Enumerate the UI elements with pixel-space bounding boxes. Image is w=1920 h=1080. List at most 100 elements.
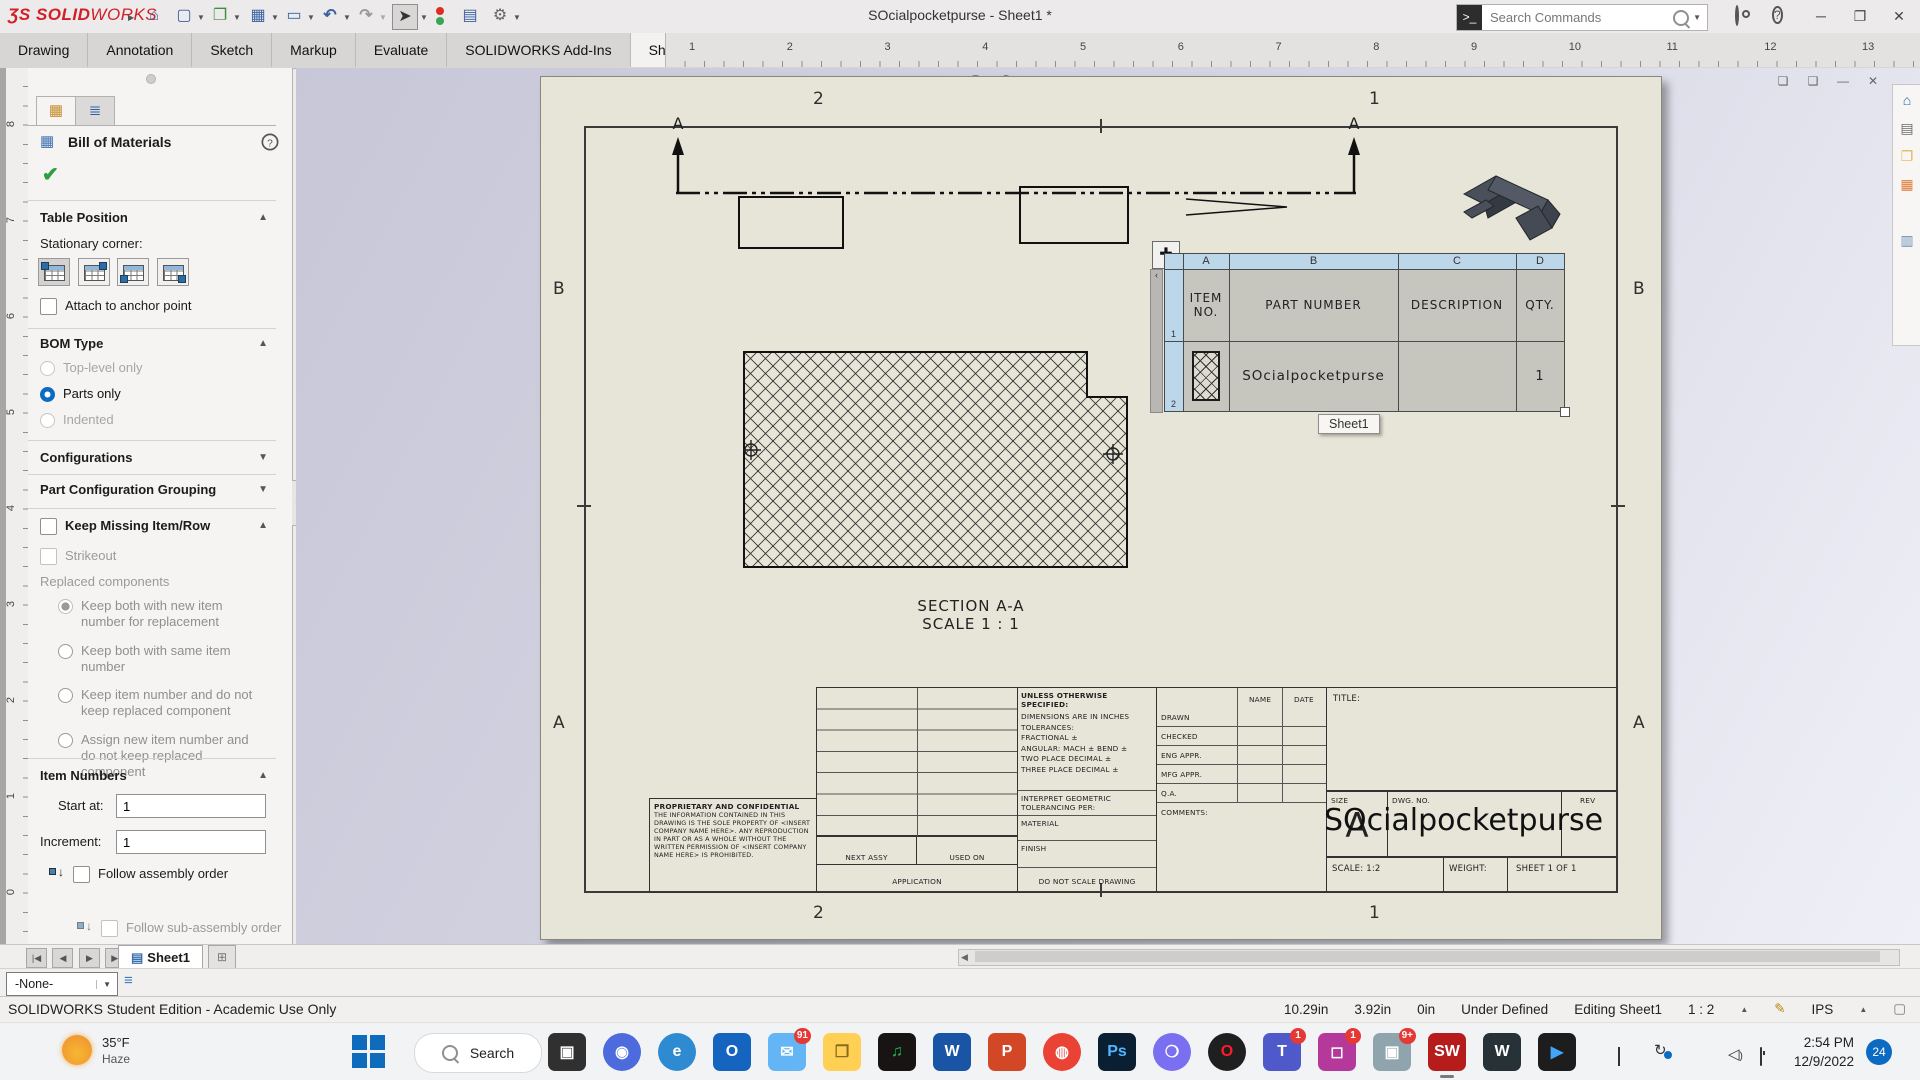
add-sheet-tab[interactable]: ⊞ <box>208 945 237 969</box>
taskbar-app-opera[interactable]: O <box>1208 1033 1246 1071</box>
bom-part-number-cell[interactable]: SOcialpocketpurse <box>1228 340 1399 412</box>
radio-option[interactable]: Keep both with same item number <box>58 643 258 676</box>
command-tab[interactable]: Drawing <box>0 33 89 67</box>
item-numbers-header[interactable]: Item Numbers <box>40 768 127 783</box>
section-aa-view[interactable] <box>743 351 1128 568</box>
taskbar-app-instagram[interactable]: ◻ 1 <box>1318 1028 1361 1071</box>
taskbar-app-solidworks[interactable]: SW <box>1428 1033 1466 1078</box>
radio-option[interactable]: Top-level only <box>40 360 143 376</box>
taskbar-app-spotify[interactable]: ♫ <box>878 1033 916 1071</box>
taskbar-app-edge[interactable]: e <box>658 1033 696 1071</box>
part-config-expand-caret[interactable]: ▼ <box>258 484 268 495</box>
title-block[interactable]: PROPRIETARY AND CONFIDENTIAL THE INFORMA… <box>649 687 1618 893</box>
battery-icon[interactable] <box>1760 1047 1762 1066</box>
drawing-viewport[interactable]: ↺ ◪▼ ▧▼ ◫▼ ◉▼ ❏ ❑ — ✕ ⌂ ▤ ❐ ▦ <box>296 68 1920 944</box>
taskbar-app-photos[interactable]: ▣ 9+ <box>1373 1028 1416 1071</box>
sync-icon[interactable]: ↻ <box>1654 1041 1672 1059</box>
taskbar-app-file-explorer[interactable]: ❐ <box>823 1033 861 1071</box>
corner-bottom-right-button[interactable] <box>156 258 189 286</box>
bom-corner-cell[interactable] <box>1163 252 1184 270</box>
taskpane-toolbox-icon[interactable]: ▦ <box>1896 173 1918 195</box>
scale-caret[interactable]: ▲ <box>1740 1005 1748 1014</box>
first-sheet-button[interactable]: |◀ <box>26 948 47 968</box>
bom-row-header[interactable]: 1 <box>1163 268 1184 342</box>
bom-type-header[interactable]: BOM Type <box>40 336 103 351</box>
prev-sheet-button[interactable]: ◀ <box>52 948 74 968</box>
bom-description-cell[interactable] <box>1397 340 1517 412</box>
increment-input[interactable] <box>116 830 266 854</box>
configuration-tab[interactable]: ≣ <box>75 96 115 125</box>
taskpane-home-icon[interactable]: ⌂ <box>1896 89 1918 111</box>
sheet1-tab[interactable]: ▤ Sheet1 <box>118 945 203 969</box>
bom-row-drag-strip[interactable]: ‹ <box>1150 269 1163 413</box>
table-position-collapse-caret[interactable]: ▲ <box>258 212 268 223</box>
account-icon[interactable] <box>1735 5 1739 26</box>
radio-option[interactable]: Parts only <box>40 386 143 402</box>
bom-col-header[interactable]: D <box>1515 252 1565 270</box>
keep-missing-row[interactable]: Keep Missing Item/Row <box>40 518 210 535</box>
follow-sub-assembly-checkbox[interactable] <box>101 920 118 937</box>
taskbar-app-chat[interactable]: ◉ <box>603 1033 641 1071</box>
property-manager-tab[interactable]: ▦ <box>36 96 76 125</box>
scroll-left-arrow[interactable]: ◀ <box>961 952 968 963</box>
taskbar-app-messenger[interactable]: ❍ <box>1153 1033 1191 1071</box>
taskpane-design-library-icon[interactable]: ▤ <box>1896 117 1918 139</box>
follow-assembly-row[interactable]: Follow assembly order <box>48 865 228 883</box>
search-commands-box[interactable]: >_ Search Commands ▼ <box>1456 4 1708 31</box>
strikeout-checkbox[interactable] <box>40 548 57 565</box>
bom-header-cell[interactable]: PART NUMBER <box>1228 268 1399 342</box>
horizontal-scrollbar-thumb[interactable] <box>975 951 1880 962</box>
bom-header-cell[interactable]: ITEM NO. <box>1182 268 1230 342</box>
top-section-view[interactable]: A A <box>661 107 1361 257</box>
horizontal-scrollbar[interactable]: ◀ <box>958 949 1900 966</box>
search-caret[interactable]: ▼ <box>1693 13 1701 22</box>
corner-top-right-button[interactable] <box>77 258 110 286</box>
taskbar-app-powerpoint[interactable]: P <box>988 1033 1026 1071</box>
taskbar-app-word[interactable]: W <box>933 1033 971 1071</box>
radio-option[interactable]: Indented <box>40 412 143 428</box>
configurations-header[interactable]: Configurations <box>40 450 132 465</box>
bom-col-header[interactable]: C <box>1397 252 1517 270</box>
table-position-header[interactable]: Table Position <box>40 210 128 225</box>
units-value[interactable]: IPS <box>1812 1002 1834 1017</box>
taskbar-app-teams[interactable]: T1 <box>1263 1028 1306 1071</box>
layer-properties-icon[interactable]: ≡ <box>124 972 133 989</box>
ok-checkmark-button[interactable]: ✔ <box>42 162 59 187</box>
part-config-grouping-header[interactable]: Part Configuration Grouping <box>40 482 216 497</box>
units-caret[interactable]: ▲ <box>1859 1005 1867 1014</box>
follow-assembly-checkbox[interactable] <box>73 866 90 883</box>
tray-expand-chevron[interactable] <box>1618 1047 1620 1066</box>
bom-qty-cell[interactable]: 1 <box>1515 340 1565 412</box>
bom-item-thumbnail-cell[interactable] <box>1182 340 1230 412</box>
keep-missing-checkbox[interactable] <box>40 518 57 535</box>
bom-header-cell[interactable]: DESCRIPTION <box>1397 268 1517 342</box>
corner-bottom-left-button[interactable] <box>117 258 150 286</box>
command-tab[interactable]: Sketch <box>192 33 273 67</box>
search-icon[interactable] <box>1673 9 1690 26</box>
taskbar-app-movies-tv[interactable]: ▶ <box>1538 1033 1576 1071</box>
attach-anchor-row[interactable]: Attach to anchor point <box>40 298 191 315</box>
minimize-button[interactable]: ─ <box>1806 2 1836 30</box>
bom-header-cell[interactable]: QTY. <box>1515 268 1565 342</box>
keep-missing-collapse-caret[interactable]: ▲ <box>258 520 268 531</box>
radio-option[interactable]: Keep item number and do not keep replace… <box>58 687 258 720</box>
strikeout-row[interactable]: Strikeout <box>40 548 116 565</box>
notification-count-badge[interactable]: 24 <box>1866 1039 1892 1065</box>
bom-table[interactable]: A B C D 1 ITEM NO. PART NUMBER DESCRIPTI… <box>1163 252 1565 412</box>
bom-resize-handle[interactable] <box>1560 407 1570 417</box>
volume-icon[interactable]: ◁) <box>1728 1045 1743 1063</box>
corner-top-left-button[interactable] <box>38 258 70 286</box>
restore-button[interactable]: ❐ <box>1845 2 1875 30</box>
radio-option[interactable]: Keep both with new item number for repla… <box>58 598 258 631</box>
bom-type-collapse-caret[interactable]: ▲ <box>258 338 268 349</box>
next-sheet-button[interactable]: ▶ <box>78 948 100 968</box>
doc-popout-icon[interactable]: ❑ <box>1802 72 1824 90</box>
panel-drag-handle[interactable] <box>146 74 156 84</box>
command-tab[interactable]: Evaluate <box>356 33 448 67</box>
isometric-view[interactable] <box>1456 156 1566 242</box>
configurations-expand-caret[interactable]: ▼ <box>258 452 268 463</box>
drawing-sheet[interactable]: 2 1 2 1 B A B A A A SECTION A-A SCALE 1 … <box>540 76 1662 940</box>
item-numbers-collapse-caret[interactable]: ▲ <box>258 770 268 781</box>
taskbar-app-outlook[interactable]: O <box>713 1033 751 1071</box>
command-tab[interactable]: SOLIDWORKS Add-Ins <box>447 33 631 67</box>
